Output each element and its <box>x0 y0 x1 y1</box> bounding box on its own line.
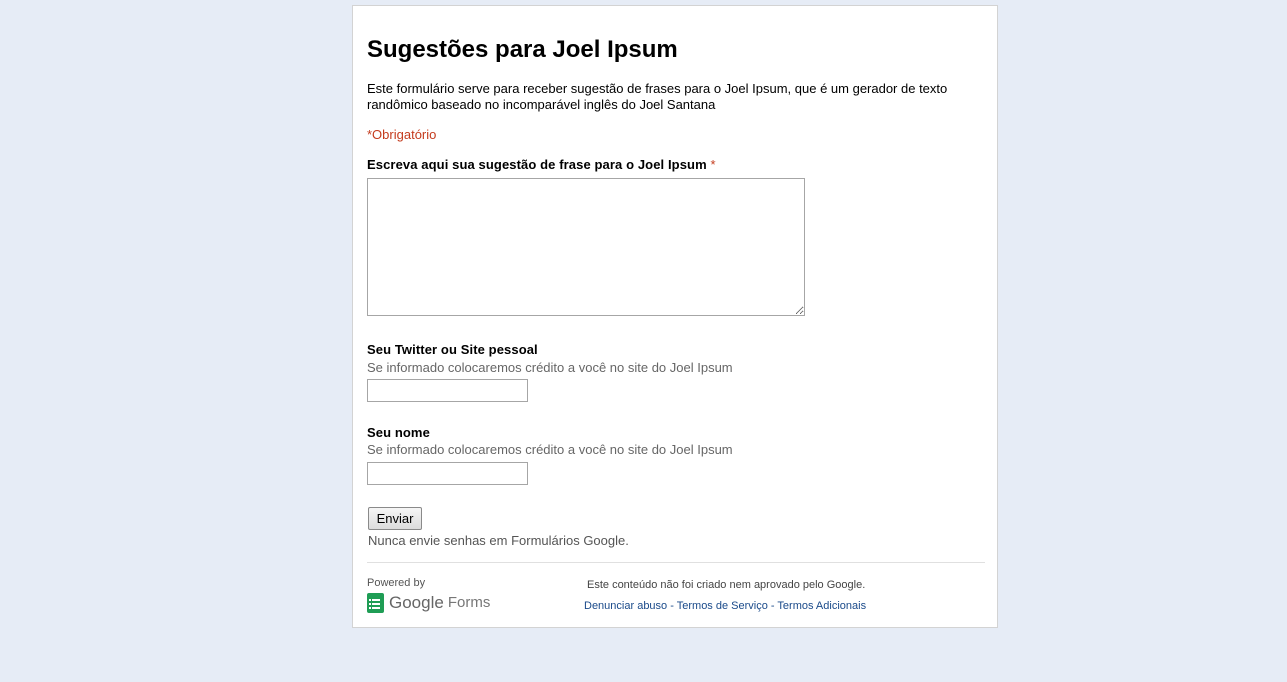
suggestion-textarea[interactable] <box>367 178 805 316</box>
submit-button[interactable]: Enviar <box>368 507 422 530</box>
question-label-twitter: Seu Twitter ou Site pessoal <box>367 342 538 357</box>
additional-terms-link[interactable]: Termos Adicionais <box>777 600 866 612</box>
form-title: Sugestões para Joel Ipsum <box>367 36 678 63</box>
google-forms-logo[interactable]: Google Forms <box>367 592 490 614</box>
question-help-name: Se informado colocaremos crédito a você … <box>367 442 733 457</box>
twitter-input[interactable] <box>367 379 528 402</box>
form-container: Sugestões para Joel Ipsum Este formulári… <box>352 5 998 628</box>
logo-forms-text: Forms <box>447 594 491 611</box>
question-label-suggestion: Escreva aqui sua sugestão de frase para … <box>367 157 716 173</box>
question-label-name: Seu nome <box>367 425 430 440</box>
powered-by-label: Powered by <box>367 577 426 589</box>
form-description: Este formulário serve para receber suges… <box>367 81 948 112</box>
question-help-twitter: Se informado colocaremos crédito a você … <box>367 360 733 375</box>
report-abuse-link[interactable]: Denunciar abuso <box>584 600 667 612</box>
link-separator: - <box>767 600 778 612</box>
google-forms-icon <box>367 593 384 613</box>
terms-of-service-link[interactable]: Termos de Serviço <box>677 600 768 612</box>
footer-links: Denunciar abuso - Termos de Serviço - Te… <box>584 600 866 613</box>
password-warning: Nunca envie senhas em Formulários Google… <box>368 533 629 548</box>
required-star: * <box>710 157 716 172</box>
link-separator: - <box>667 600 677 612</box>
footer-divider <box>367 562 985 563</box>
name-input[interactable] <box>367 462 528 485</box>
disclaimer-text: Este conteúdo não foi criado nem aprovad… <box>587 579 866 591</box>
logo-google-text: Google <box>389 593 444 612</box>
question-label-text: Escreva aqui sua sugestão de frase para … <box>367 157 707 172</box>
required-note: *Obrigatório <box>367 127 437 142</box>
